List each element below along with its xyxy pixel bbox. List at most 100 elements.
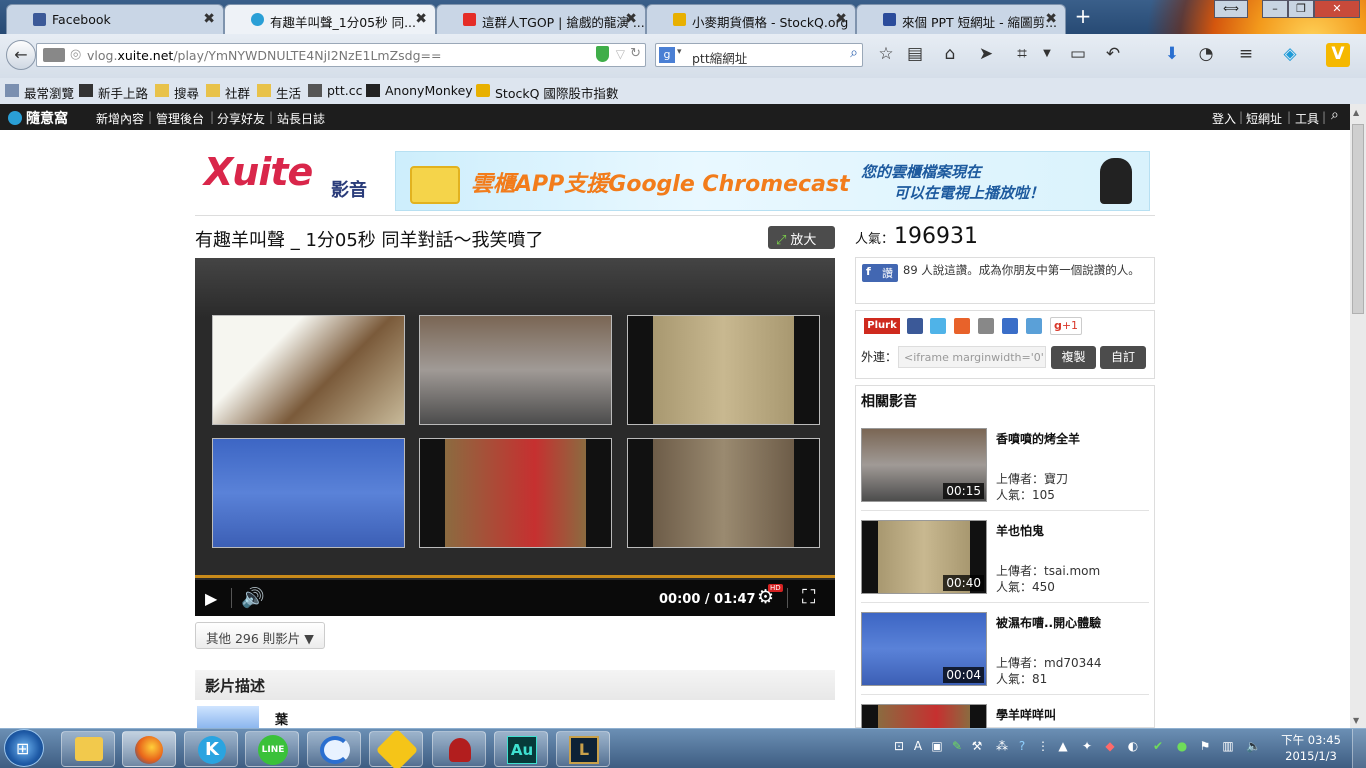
taskbar-app-wave[interactable] (307, 731, 361, 767)
close-tab-icon[interactable]: ✖ (1045, 11, 1057, 27)
show-hidden-icons[interactable]: ▲ (1056, 739, 1070, 755)
taskbar-app-yellow[interactable] (369, 728, 423, 768)
video-player[interactable] (195, 258, 835, 616)
send-icon[interactable]: ➤ (974, 43, 998, 67)
video-progress-bar[interactable] (195, 575, 835, 578)
link-tools[interactable]: 工具 (1295, 110, 1319, 127)
video-grid-thumb-4[interactable] (212, 438, 405, 548)
copy-button[interactable]: 複製 (1051, 346, 1096, 369)
network-icon[interactable]: ▥ (1221, 739, 1235, 755)
video-grid-thumb-3[interactable] (627, 315, 820, 425)
tray-line-icon[interactable]: ● (1175, 739, 1189, 755)
taskbar-audition[interactable]: Au (494, 731, 548, 767)
shield-icon[interactable] (596, 46, 609, 62)
link-short-url[interactable]: 短網址 (1246, 110, 1282, 127)
tab-ppt-shortener[interactable]: 來個 PPT 短網址 - 縮圖剪... ✖ (856, 4, 1066, 34)
download-icon[interactable]: ⬇ (1160, 43, 1184, 67)
uploader-name[interactable]: 葉 (275, 709, 288, 728)
home-icon[interactable]: ⌂ (938, 43, 962, 67)
tray-icon-4[interactable]: ✎ (950, 739, 964, 755)
taskbar-line[interactable]: LINE (245, 731, 299, 767)
plurk-share-button[interactable]: Plurk (864, 318, 900, 334)
facebook-share-icon[interactable] (907, 318, 923, 334)
tray-icon-5[interactable]: ⚒ (970, 739, 984, 755)
close-tab-icon[interactable]: ✖ (625, 11, 637, 27)
back-button[interactable]: ← (6, 40, 36, 70)
search-bar[interactable]: g ▾ ptt縮網址 ⌕ (655, 43, 863, 67)
related-video-thumb[interactable]: 00:15 (861, 428, 987, 502)
embed-code-input[interactable]: <iframe marginwidth='0' m (898, 346, 1046, 368)
ad-banner[interactable]: 雲櫃APP支援Google Chromecast 您的雲櫃檔案現在 可以在電視上… (395, 151, 1150, 211)
bookmark-getting-started[interactable]: 新手上路 (79, 83, 148, 102)
tray-icon-11[interactable]: ◐ (1126, 739, 1140, 755)
video-grid-thumb-6[interactable] (627, 438, 820, 548)
related-video-item[interactable]: 學羊咩咩叫 (861, 704, 1149, 728)
link-share-friends[interactable]: 分享好友 (217, 110, 265, 127)
bookmark-anonymonkey[interactable]: AnonyMonkey (366, 83, 473, 98)
layers-addon-icon[interactable]: ◈ (1278, 43, 1302, 67)
bookmark-stockq[interactable]: StockQ 國際股市指數 (476, 83, 618, 102)
video-grid-thumb-5[interactable] (419, 438, 612, 548)
search-icon[interactable]: ⌕ (850, 45, 858, 61)
play-icon[interactable]: ▶ (205, 589, 217, 608)
start-button[interactable]: ⊞ (4, 729, 44, 767)
tray-icon-3[interactable]: ▣ (930, 739, 944, 755)
delicious-share-icon[interactable] (1002, 318, 1018, 334)
clock[interactable]: 下午 03:45 2015/1/3 (1276, 732, 1346, 764)
xuite-logo[interactable]: Xuite (204, 150, 313, 194)
custom-button[interactable]: 自訂 (1100, 346, 1146, 369)
related-video-item[interactable]: 00:04 被濕布嘈..開心體驗 上傳者：md70344 人氣：81 (861, 612, 1149, 692)
search-icon[interactable]: ⌕ (1331, 107, 1339, 123)
taskbar-firefox[interactable] (122, 731, 176, 767)
new-tab-button[interactable]: + (1071, 5, 1095, 29)
email-share-icon[interactable] (1026, 318, 1042, 334)
chevron-down-icon[interactable]: ▼ (1035, 43, 1059, 67)
tray-icon-10[interactable]: ◆ (1103, 739, 1117, 755)
tray-icon-1[interactable]: ⊡ (892, 739, 906, 755)
bookmark-ptt[interactable]: ptt.cc (308, 83, 362, 98)
related-video-thumb[interactable]: 00:04 (861, 612, 987, 686)
related-video-title[interactable]: 羊也怕鬼 (996, 522, 1044, 539)
undo-icon[interactable]: ↶ (1101, 43, 1125, 67)
help-icon[interactable]: ? (1015, 739, 1029, 755)
uploader-avatar[interactable] (197, 706, 259, 728)
tab-xuite-video[interactable]: 有趣羊叫聲_1分05秒 同... ✖ (224, 4, 436, 34)
bookmark-most-visited[interactable]: 最常瀏覽 (5, 83, 74, 102)
addon-v-icon[interactable]: V (1326, 43, 1350, 67)
zoom-button[interactable]: ⤢ 放大 (768, 226, 835, 249)
flag-icon[interactable]: ⚑ (1198, 739, 1212, 755)
maximize-button[interactable]: ❐ (1288, 0, 1314, 18)
search-engine-icon[interactable]: g (659, 47, 675, 63)
taskbar-lol[interactable]: L (556, 731, 610, 767)
tray-icon-12[interactable]: ✔ (1151, 739, 1165, 755)
chat-icon[interactable]: ▭ (1066, 43, 1090, 67)
twitter-share-icon[interactable] (930, 318, 946, 334)
reading-list-icon[interactable]: ▤ (903, 43, 927, 67)
link-site-log[interactable]: 站長日誌 (277, 110, 325, 127)
close-tab-icon[interactable]: ✖ (203, 11, 215, 27)
minimize-button[interactable]: – (1262, 0, 1288, 18)
video-grid-thumb-1[interactable] (212, 315, 405, 425)
fullscreen-icon[interactable]: ⛶ (802, 586, 815, 608)
tray-icon-8[interactable]: ⋮ (1036, 739, 1050, 755)
related-video-item[interactable]: 00:15 香噴噴的烤全羊 上傳者：寶刀 人氣：105 (861, 428, 1149, 508)
close-tab-icon[interactable]: ✖ (415, 11, 427, 27)
related-video-thumb[interactable] (861, 704, 987, 728)
fb-like-button[interactable]: f讚 (862, 264, 898, 282)
tab-facebook[interactable]: Facebook ✖ (6, 4, 224, 34)
close-tab-icon[interactable]: ✖ (835, 11, 847, 27)
reload-icon[interactable]: ↻ (630, 46, 641, 61)
bookmark-search-folder[interactable]: 搜尋 (155, 83, 199, 102)
more-videos-button[interactable]: 其他 296 則影片 ▼ (195, 622, 325, 649)
tray-icon-6[interactable]: ⁂ (995, 739, 1009, 755)
crop-icon[interactable]: ⌗ (1010, 43, 1034, 67)
link-new-content[interactable]: 新增內容 (96, 110, 144, 127)
scrollbar-thumb[interactable] (1352, 124, 1364, 314)
close-window-button[interactable]: ✕ (1314, 0, 1360, 18)
volume-icon[interactable]: 🔈 (1246, 739, 1261, 755)
related-video-title[interactable]: 學羊咩咩叫 (996, 706, 1056, 723)
gplus-button[interactable]: g+1 (1050, 317, 1082, 335)
video-grid-thumb-2[interactable] (419, 315, 612, 425)
history-icon[interactable]: ◔ (1194, 43, 1218, 67)
taskbar-k-app[interactable]: K (184, 731, 238, 767)
